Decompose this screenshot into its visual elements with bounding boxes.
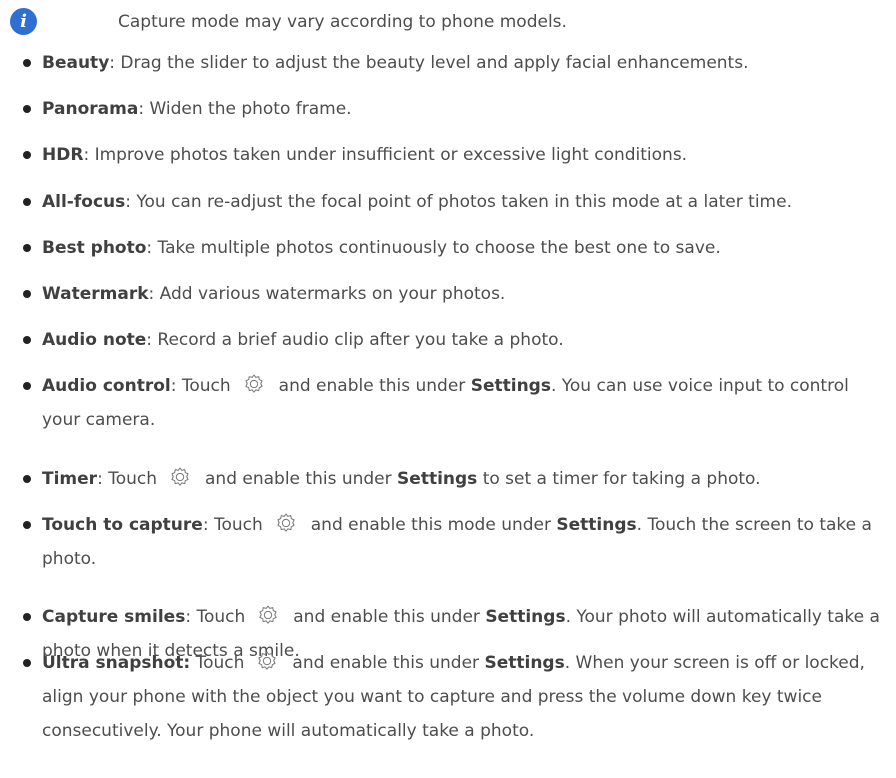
term: Panorama <box>42 99 139 119</box>
description: : You can re-adjust the focal point of p… <box>125 192 792 212</box>
bullet <box>23 198 31 206</box>
list-item-ultra-snapshot: Ultra snapshot: Touch and enable this und… <box>23 646 888 748</box>
bullet <box>23 105 31 113</box>
description-pre: : Touch <box>97 469 157 489</box>
bullet <box>23 382 31 390</box>
description-pre: Touch <box>190 653 245 673</box>
camera-modes-page: i Capture mode may vary according to pho… <box>0 0 896 778</box>
note: i Capture mode may vary according to pho… <box>10 8 870 36</box>
term: Touch to capture <box>42 515 203 535</box>
term: Capture smiles <box>42 607 186 627</box>
list-item-audio-control: Audio control: Touch and enable this unde… <box>23 369 888 437</box>
bullet <box>23 336 31 344</box>
description: : Drag the slider to adjust the beauty l… <box>109 53 749 73</box>
description-pre: : Touch <box>185 607 246 627</box>
bullet <box>23 59 31 67</box>
settings-keyword: Settings <box>470 376 551 396</box>
term: Audio control <box>42 376 171 396</box>
description-post: and enable this under <box>292 653 480 673</box>
description: : Widen the photo frame. <box>138 99 352 119</box>
description: : Take multiple photos continuously to c… <box>146 238 721 258</box>
description-tail: to set a timer for taking a photo. <box>477 469 761 489</box>
list-item-panorama: Panorama: Widen the photo frame. <box>23 92 888 126</box>
note-text: Capture mode may vary according to phone… <box>118 12 567 32</box>
term: HDR <box>42 145 84 165</box>
list-item-audio-note: Audio note: Record a brief audio clip af… <box>23 323 888 357</box>
term: Audio note <box>42 330 147 350</box>
term: Timer <box>42 469 98 489</box>
term: All-focus <box>42 192 126 212</box>
term: Best photo <box>42 238 147 258</box>
description-post: and enable this under <box>205 469 392 489</box>
bullet <box>23 521 31 529</box>
info-icon: i <box>10 8 37 35</box>
list-item-timer: Timer: Touch and enable this under Settin… <box>23 462 888 496</box>
settings-keyword: Settings <box>484 653 565 673</box>
bullet <box>23 613 31 621</box>
term: Beauty <box>42 53 110 73</box>
gear-icon <box>245 374 263 393</box>
description: : Add various watermarks on your photos. <box>148 284 506 304</box>
bullet <box>23 475 31 483</box>
term: Watermark <box>42 284 149 304</box>
settings-keyword: Settings <box>485 607 566 627</box>
description-pre: : Touch <box>202 515 263 535</box>
list-item-beauty: Beauty: Drag the slider to adjust the be… <box>23 46 888 80</box>
description-pre: : Touch <box>170 376 231 396</box>
bullet <box>23 244 31 252</box>
gear-icon <box>277 513 295 532</box>
gear-icon <box>259 605 277 624</box>
bullet <box>23 151 31 159</box>
bullet <box>23 659 31 667</box>
gear-icon <box>171 467 189 486</box>
settings-keyword: Settings <box>397 469 478 489</box>
description-post: and enable this mode under <box>310 515 551 535</box>
bullet <box>23 290 31 298</box>
description: : Record a brief audio clip after you ta… <box>146 330 564 350</box>
list-item-touch-to-capture: Touch to capture: Touch and enable this m… <box>23 508 888 576</box>
list-item-hdr: HDR: Improve photos taken under insuffic… <box>23 138 888 172</box>
term: Ultra snapshot: <box>42 653 191 673</box>
description-post: and enable this under <box>293 607 480 627</box>
description: : Improve photos taken under insufficien… <box>83 145 688 165</box>
list-item-all-focus: All-focus: You can re-adjust the focal p… <box>23 185 888 219</box>
list-item-best-photo: Best photo: Take multiple photos continu… <box>23 231 888 265</box>
gear-icon <box>258 651 276 670</box>
description-post: and enable this under <box>278 376 466 396</box>
list-item-watermark: Watermark: Add various watermarks on you… <box>23 277 888 311</box>
settings-keyword: Settings <box>556 515 637 535</box>
